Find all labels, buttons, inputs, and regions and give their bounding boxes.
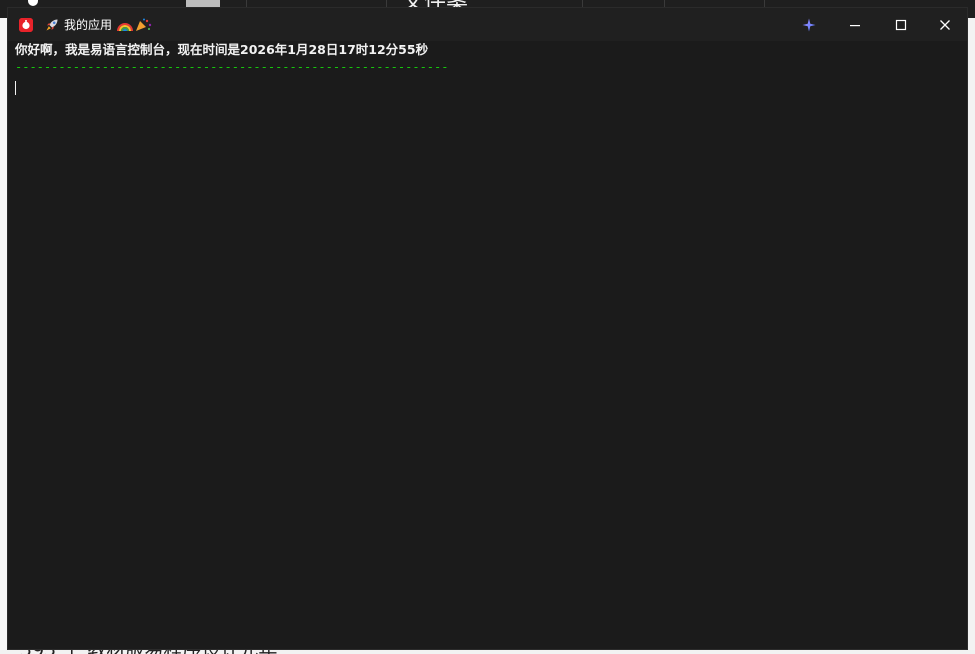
background-toolbar-icon: [28, 0, 38, 6]
text-cursor: [15, 81, 16, 95]
rocket-icon: [46, 19, 58, 31]
app-logo-icon: [19, 18, 33, 32]
close-button[interactable]: [922, 8, 968, 41]
console-greeting-line: 你好啊，我是易语言控制台，现在时间是2026年1月28日17时12分55秒: [15, 42, 429, 57]
background-right-edge: [968, 18, 975, 654]
title-bar[interactable]: 我的应用: [8, 8, 967, 41]
maximize-button[interactable]: [878, 8, 924, 41]
window-title: 我的应用: [64, 18, 113, 32]
close-icon: [940, 19, 950, 30]
console-output-area[interactable]: 你好啊，我是易语言控制台，现在时间是2026年1月28日17时12分55秒 --…: [8, 41, 967, 649]
console-separator-line: ----------------------------------------…: [15, 60, 449, 74]
sparkle-icon: [802, 18, 816, 31]
minimize-button[interactable]: [832, 8, 878, 41]
console-window: 我的应用 你好啊，我是易语言控制台，现在时间是2026年1月28日17时12分5…: [7, 7, 968, 650]
maximize-icon: [895, 19, 907, 30]
app-icon[interactable]: [19, 18, 33, 32]
rainbow-party-icon: [117, 18, 152, 32]
minimize-icon: [850, 24, 860, 26]
copilot-button[interactable]: [786, 8, 832, 41]
background-left-edge: [0, 18, 7, 654]
